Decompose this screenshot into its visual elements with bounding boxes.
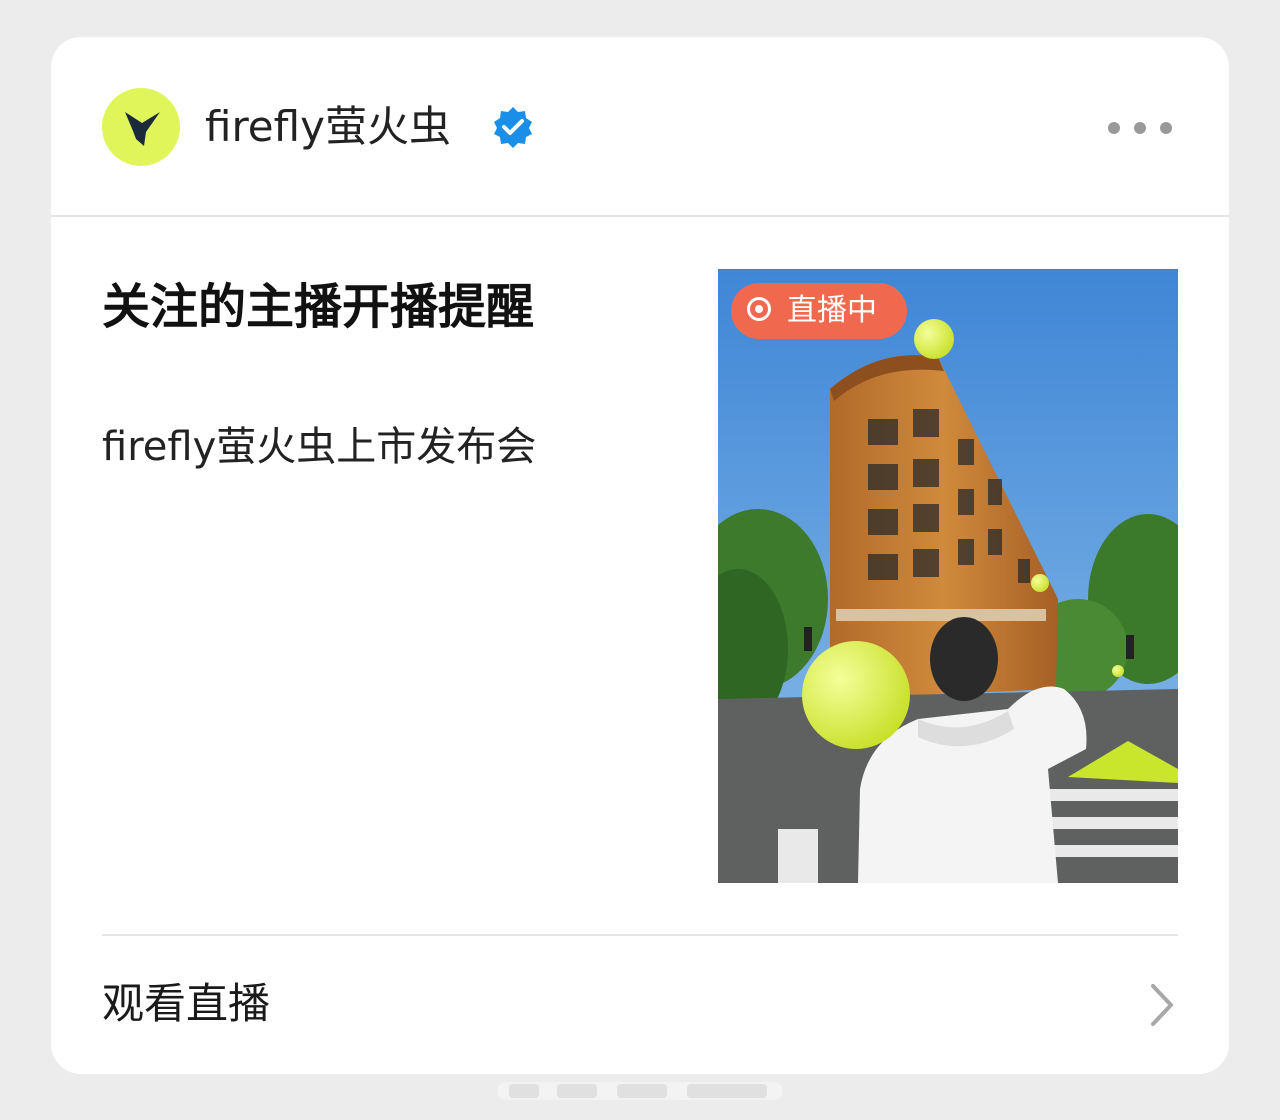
more-options-button[interactable] [1107, 111, 1173, 145]
more-dots-icon [1160, 122, 1172, 134]
live-record-icon [747, 297, 771, 321]
firefly-logo-icon [125, 112, 160, 146]
avatar[interactable] [102, 88, 180, 166]
live-event-title: firefly萤火虫上市发布会 [102, 424, 537, 470]
notification-title: 关注的主播开播提醒 [102, 279, 535, 335]
chevron-right-icon [1151, 984, 1173, 1026]
live-badge: 直播中 [731, 283, 907, 339]
live-badge-label: 直播中 [787, 293, 877, 328]
account-name[interactable]: firefly萤火虫 [205, 101, 451, 153]
live-thumbnail[interactable]: 直播中 [718, 269, 1178, 883]
watch-live-button[interactable]: 观看直播 [51, 936, 1229, 1074]
watermark [497, 1082, 783, 1100]
live-preview-image [718, 269, 1178, 883]
verified-badge-icon [494, 107, 532, 148]
notification-card: firefly萤火虫 关注的主播开播提醒 firefly萤火虫上市发布会 直播中… [51, 37, 1229, 1074]
card-header: firefly萤火虫 [51, 37, 1229, 217]
more-dots-icon [1108, 122, 1120, 134]
more-dots-icon [1134, 122, 1146, 134]
watch-live-label: 观看直播 [102, 979, 271, 1028]
